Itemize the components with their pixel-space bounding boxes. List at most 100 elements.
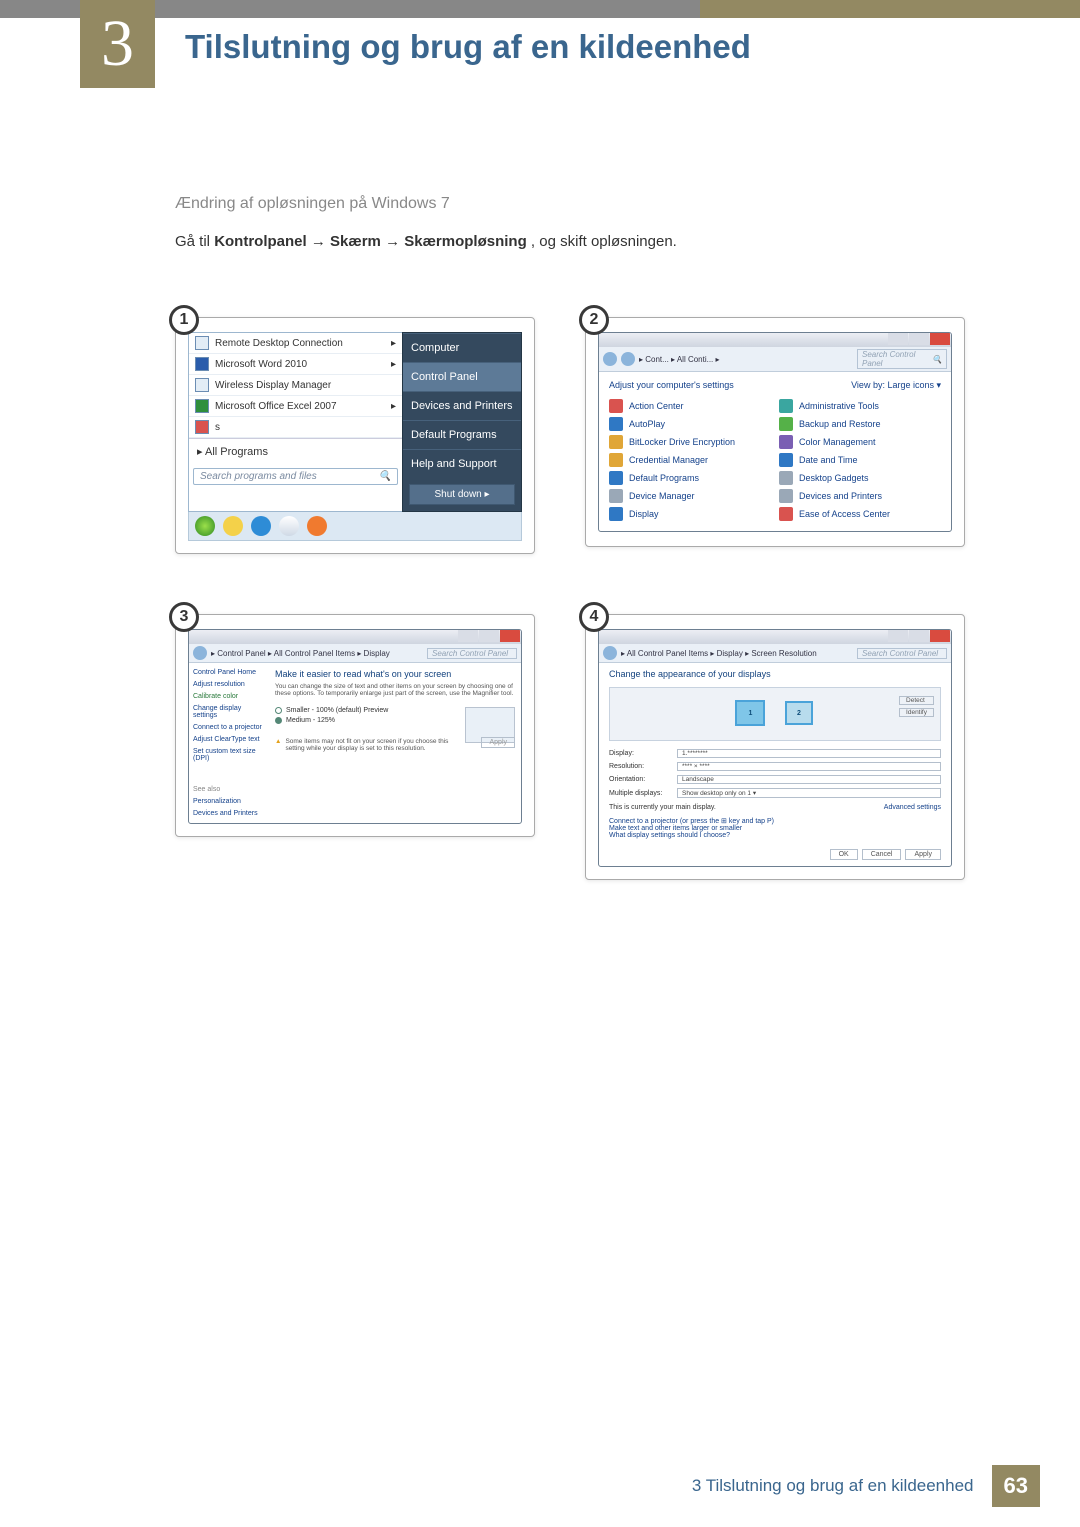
- arrow-icon: →: [385, 233, 404, 250]
- cp-item[interactable]: Display: [609, 507, 771, 521]
- cp-item[interactable]: Backup and Restore: [779, 417, 941, 431]
- breadcrumb[interactable]: ▸ All Control Panel Items ▸ Display ▸ Sc…: [621, 649, 853, 658]
- right-item[interactable]: Help and Support: [403, 449, 521, 478]
- back-icon[interactable]: [603, 352, 617, 366]
- cp-item[interactable]: AutoPlay: [609, 417, 771, 431]
- orientation-dropdown[interactable]: Landscape: [677, 775, 941, 784]
- cp-item[interactable]: Credential Manager: [609, 453, 771, 467]
- forward-icon[interactable]: [621, 352, 635, 366]
- page-number: 63: [992, 1465, 1040, 1507]
- monitor-1-icon[interactable]: 1: [735, 700, 765, 726]
- cp-item[interactable]: Device Manager: [609, 489, 771, 503]
- cp-label: Backup and Restore: [799, 419, 881, 429]
- search-input[interactable]: Search programs and files 🔍: [193, 468, 398, 485]
- start-menu-programs: Remote Desktop Connection▸ Microsoft Wor…: [188, 332, 402, 512]
- wmp-icon[interactable]: [279, 516, 299, 536]
- advanced-settings-link[interactable]: Advanced settings: [884, 804, 941, 811]
- close-button[interactable]: [930, 333, 950, 345]
- monitor-2-icon[interactable]: 2: [785, 701, 813, 725]
- max-button[interactable]: [479, 630, 499, 642]
- menu-label: Remote Desktop Connection: [215, 338, 343, 349]
- search-input[interactable]: Search Control Panel: [427, 648, 517, 659]
- right-item[interactable]: Devices and Printers: [403, 391, 521, 420]
- right-item[interactable]: Default Programs: [403, 420, 521, 449]
- tools-icon: [779, 399, 793, 413]
- back-icon[interactable]: [193, 646, 207, 660]
- close-button[interactable]: [930, 630, 950, 642]
- cp-item[interactable]: Color Management: [779, 435, 941, 449]
- apply-button[interactable]: Apply: [481, 737, 515, 748]
- address-bar: ▸ Cont... ▸ All Conti... ▸ Search Contro…: [599, 347, 951, 372]
- side-link[interactable]: Set custom text size (DPI): [193, 748, 265, 762]
- max-button[interactable]: [909, 333, 929, 345]
- cp-item[interactable]: BitLocker Drive Encryption: [609, 435, 771, 449]
- min-button[interactable]: [458, 630, 478, 642]
- side-link[interactable]: Adjust ClearType text: [193, 736, 265, 743]
- search-icon: 🔍: [932, 355, 942, 364]
- right-item-control-panel[interactable]: Control Panel: [403, 362, 521, 391]
- apply-button[interactable]: Apply: [905, 849, 941, 860]
- radio-medium[interactable]: Medium - 125%: [275, 717, 457, 724]
- max-button[interactable]: [909, 630, 929, 642]
- chapter-header: 3 Tilslutning og brug af en kildeenhed: [0, 0, 1080, 100]
- cp-item[interactable]: Administrative Tools: [779, 399, 941, 413]
- detect-button[interactable]: Detect: [899, 696, 934, 705]
- multiple-dropdown[interactable]: Show desktop only on 1 ▾: [677, 788, 941, 798]
- page-footer: 3 Tilslutning og brug af en kildeenhed 6…: [692, 1465, 1040, 1507]
- menu-item[interactable]: Microsoft Word 2010▸: [189, 354, 402, 375]
- side-link[interactable]: Control Panel Home: [193, 669, 265, 676]
- taskbar: [188, 512, 522, 541]
- resolution-dropdown[interactable]: **** × ****: [677, 762, 941, 771]
- search-input[interactable]: Search Control Panel🔍: [857, 349, 947, 369]
- breadcrumb[interactable]: ▸ Control Panel ▸ All Control Panel Item…: [211, 649, 423, 658]
- right-item[interactable]: Computer: [403, 333, 521, 362]
- app-icon[interactable]: [307, 516, 327, 536]
- ease-icon: [779, 507, 793, 521]
- viewby-dropdown[interactable]: View by: Large icons ▾: [851, 380, 941, 391]
- side-link[interactable]: Connect to a projector: [193, 724, 265, 731]
- cancel-button[interactable]: Cancel: [862, 849, 902, 860]
- side-link[interactable]: Change display settings: [193, 705, 265, 719]
- programs-icon: [609, 471, 623, 485]
- min-button[interactable]: [888, 630, 908, 642]
- min-button[interactable]: [888, 333, 908, 345]
- cp-item[interactable]: Devices and Printers: [779, 489, 941, 503]
- projector-link[interactable]: Connect to a projector (or press the ⊞ k…: [609, 817, 941, 825]
- search-input[interactable]: Search Control Panel: [857, 648, 947, 659]
- identify-button[interactable]: Identify: [899, 708, 934, 717]
- cp-item[interactable]: Action Center: [609, 399, 771, 413]
- menu-label: s: [215, 422, 220, 433]
- ie-icon[interactable]: [251, 516, 271, 536]
- cp-item[interactable]: Date and Time: [779, 453, 941, 467]
- search-placeholder: Search programs and files: [200, 471, 317, 482]
- display-dropdown[interactable]: 1.********: [677, 749, 941, 758]
- radio-smaller[interactable]: Smaller - 100% (default) Preview: [275, 707, 457, 714]
- text-size-link[interactable]: Make text and other items larger or smal…: [609, 825, 941, 832]
- menu-item[interactable]: Microsoft Office Excel 2007▸: [189, 396, 402, 417]
- cp-item[interactable]: Default Programs: [609, 471, 771, 485]
- all-programs[interactable]: ▸ All Programs: [189, 438, 402, 464]
- instruction-prefix: Gå til: [175, 233, 214, 250]
- search-placeholder: Search Control Panel: [862, 350, 932, 368]
- breadcrumb[interactable]: ▸ Cont... ▸ All Conti... ▸: [639, 355, 853, 364]
- explorer-icon[interactable]: [223, 516, 243, 536]
- control-panel-screenshot: ▸ Cont... ▸ All Conti... ▸ Search Contro…: [585, 317, 965, 547]
- cp-item[interactable]: Desktop Gadgets: [779, 471, 941, 485]
- side-link[interactable]: Devices and Printers: [193, 810, 265, 817]
- menu-item[interactable]: s: [189, 417, 402, 438]
- side-link[interactable]: Calibrate color: [193, 693, 265, 700]
- footer-chapter-label: 3 Tilslutning og brug af en kildeenhed: [692, 1476, 974, 1496]
- cp-item[interactable]: Ease of Access Center: [779, 507, 941, 521]
- window-titlebar: [599, 333, 951, 347]
- monitor-layout[interactable]: 1 2 Detect Identify: [609, 687, 941, 741]
- close-button[interactable]: [500, 630, 520, 642]
- ok-button[interactable]: OK: [830, 849, 858, 860]
- side-link[interactable]: Adjust resolution: [193, 681, 265, 688]
- start-orb-icon[interactable]: [195, 516, 215, 536]
- menu-item[interactable]: Remote Desktop Connection▸: [189, 333, 402, 354]
- back-icon[interactable]: [603, 646, 617, 660]
- shutdown-button[interactable]: Shut down ▸: [409, 484, 515, 505]
- which-settings-link[interactable]: What display settings should I choose?: [609, 832, 941, 839]
- menu-item[interactable]: Wireless Display Manager: [189, 375, 402, 396]
- side-link[interactable]: Personalization: [193, 798, 265, 805]
